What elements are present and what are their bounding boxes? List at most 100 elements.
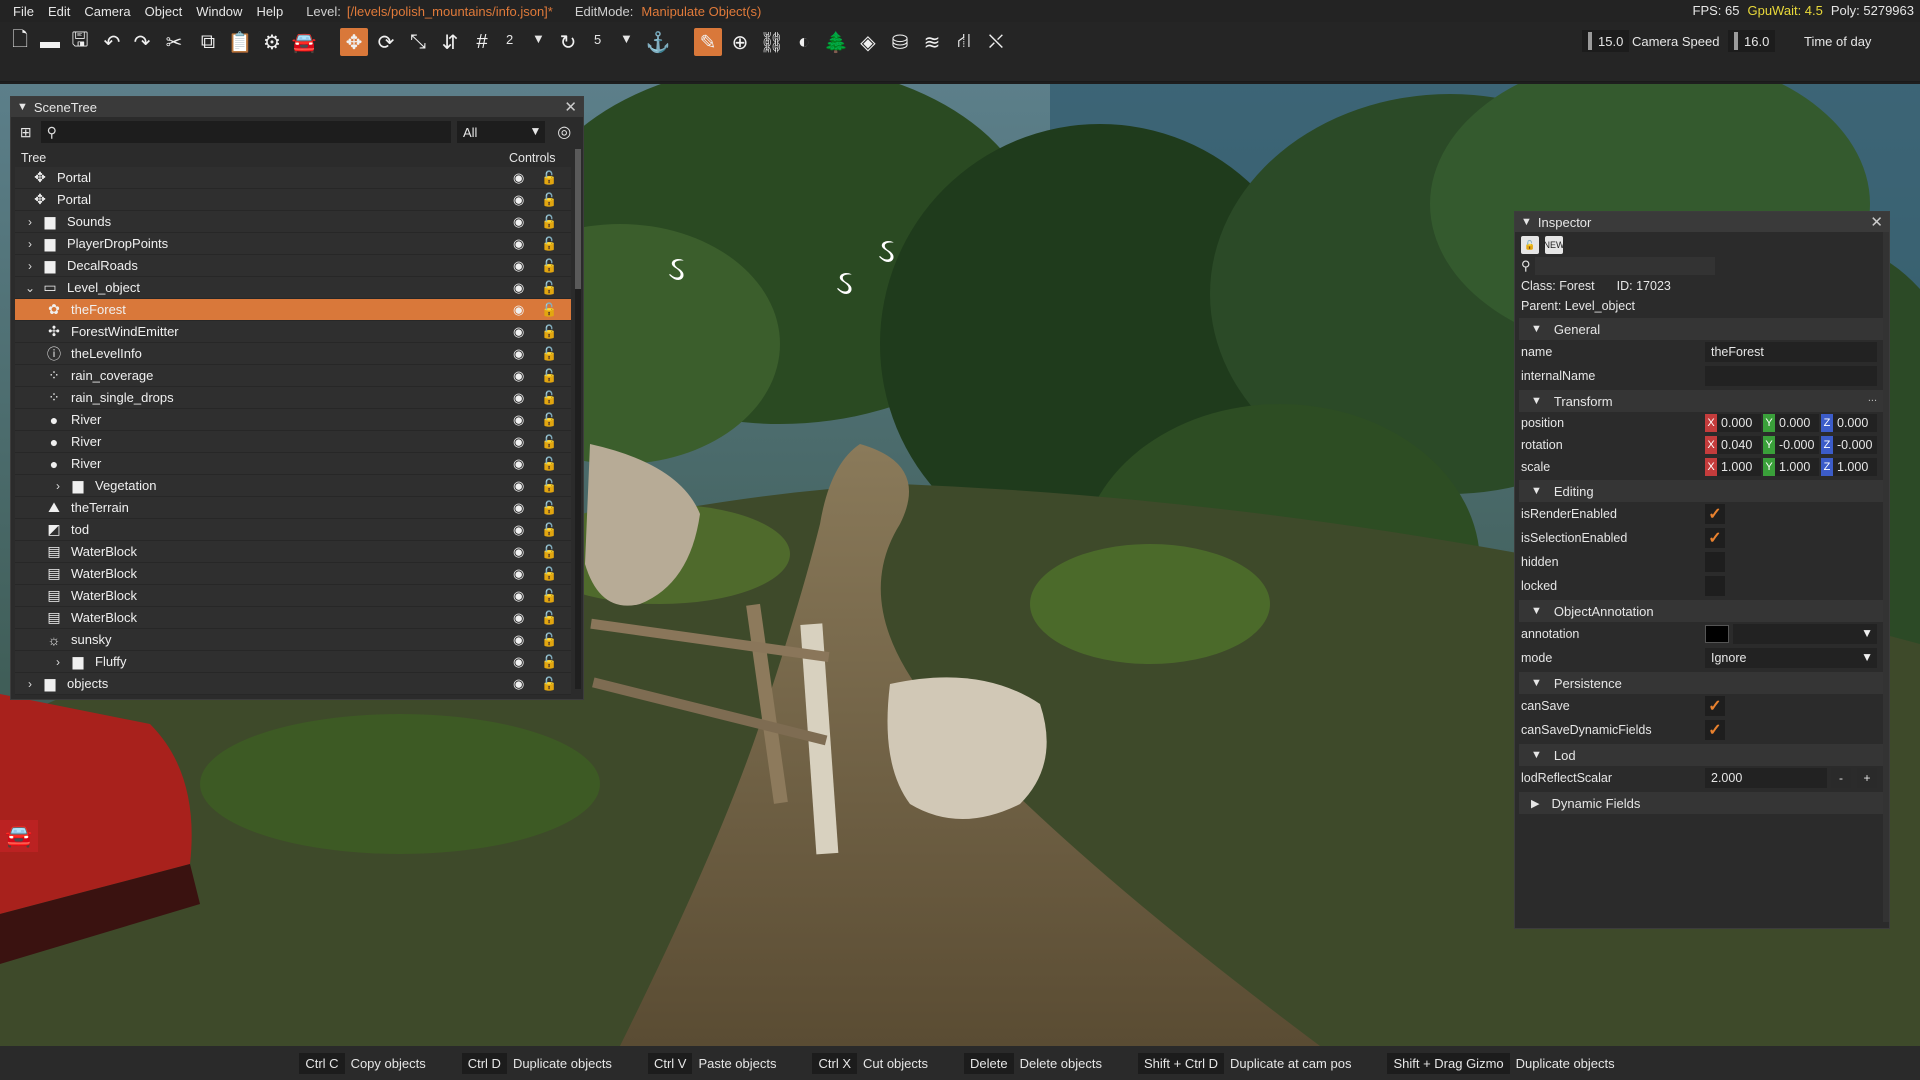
lock-icon[interactable]: 🔓 xyxy=(541,324,557,340)
scale-x[interactable]: X 1.000 xyxy=(1705,458,1761,476)
paste-icon[interactable]: 📋 xyxy=(226,28,254,56)
vehicle-marker-icon[interactable]: 🚘 xyxy=(0,820,38,852)
rotate-snap-icon[interactable]: ↻ xyxy=(554,28,582,56)
time-of-day-handle[interactable] xyxy=(1734,32,1738,50)
edit-pencil-icon[interactable]: ✎ xyxy=(694,28,722,56)
open-folder-icon[interactable]: ▬ xyxy=(36,28,64,56)
locked-checkbox[interactable] xyxy=(1705,576,1725,596)
internal-name-input[interactable] xyxy=(1705,366,1877,386)
grid-snap-dropdown-icon[interactable]: ▼ xyxy=(532,31,545,46)
lock-icon[interactable]: 🔓 xyxy=(541,192,557,208)
scenetree-row[interactable]: ● River ◉ 🔓 xyxy=(15,409,571,431)
is-render-enabled-checkbox[interactable]: ✓ xyxy=(1705,504,1725,524)
visibility-eye-icon[interactable]: ◉ xyxy=(513,654,524,670)
scenetree-row[interactable]: ☼ sunsky ◉ 🔓 xyxy=(15,629,571,651)
visibility-eye-icon[interactable]: ◉ xyxy=(513,522,524,538)
grid-snap-value[interactable]: 2 xyxy=(506,32,513,47)
time-of-day-slider[interactable]: 16.0 xyxy=(1728,30,1776,52)
scenetree-search-input[interactable]: ⚲ xyxy=(40,121,451,143)
scenetree-row[interactable]: ◩ tod ◉ 🔓 xyxy=(15,519,571,541)
lock-icon[interactable]: 🔓 xyxy=(541,214,557,230)
scenetree-row[interactable]: › ▆ DecalRoads ◉ 🔓 xyxy=(15,255,571,277)
visibility-eye-icon[interactable]: ◉ xyxy=(513,610,524,626)
inspector-scrollbar[interactable] xyxy=(1883,232,1889,922)
scenetree-row[interactable]: ▤ WaterBlock ◉ 🔓 xyxy=(15,563,571,585)
decrement-button[interactable]: - xyxy=(1831,768,1851,788)
scenetree-row[interactable]: ▤ WaterBlock ◉ 🔓 xyxy=(15,541,571,563)
rotation-y[interactable]: Y -0.000 xyxy=(1763,436,1819,454)
rotate-snap-dropdown-icon[interactable]: ▼ xyxy=(620,31,633,46)
lock-icon[interactable]: 🔓 xyxy=(541,632,557,648)
can-save-dynamic-checkbox[interactable]: ✓ xyxy=(1705,720,1725,740)
mesh-road-icon[interactable]: ⛁ xyxy=(886,28,914,56)
scale-z[interactable]: Z 1.000 xyxy=(1821,458,1877,476)
rotation-z[interactable]: Z -0.000 xyxy=(1821,436,1877,454)
rotation-x[interactable]: X 0.040 xyxy=(1705,436,1761,454)
lock-icon[interactable]: 🔓 xyxy=(541,236,557,252)
section-persistence[interactable]: ▼ Persistence xyxy=(1519,672,1883,694)
scenetree-row[interactable]: › ▆ Vegetation ◉ 🔓 xyxy=(15,475,571,497)
forest-editor-icon[interactable]: 🌲 xyxy=(822,28,850,56)
scenetree-row[interactable]: ▤ WaterBlock ◉ 🔓 xyxy=(15,607,571,629)
lock-icon[interactable]: 🔓 xyxy=(541,456,557,472)
visibility-eye-icon[interactable]: ◉ xyxy=(513,236,524,252)
nav-mesh-icon[interactable]: ⛌ xyxy=(982,28,1010,56)
position-y[interactable]: Y 0.000 xyxy=(1763,414,1819,432)
translate-gizmo-icon[interactable]: ✥ xyxy=(340,28,368,56)
lod-reflect-scalar-input[interactable]: 2.000 xyxy=(1705,768,1827,788)
section-editing[interactable]: ▼ Editing xyxy=(1519,480,1883,502)
scrollbar-thumb[interactable] xyxy=(575,149,581,289)
hidden-checkbox[interactable] xyxy=(1705,552,1725,572)
increment-button[interactable]: + xyxy=(1857,768,1877,788)
visibility-eye-icon[interactable]: ◉ xyxy=(513,346,524,362)
chevron-right-icon[interactable]: › xyxy=(23,237,37,251)
scenetree-row[interactable]: ✥ Portal ◉ 🔓 xyxy=(15,167,571,189)
lock-icon[interactable]: 🔓 xyxy=(541,170,557,186)
lock-icon[interactable]: 🔓 xyxy=(541,654,557,670)
collapse-triangle-icon[interactable]: ▼ xyxy=(1521,216,1532,228)
lock-icon[interactable]: 🔓 xyxy=(541,434,557,450)
chevron-right-icon[interactable]: › xyxy=(23,215,37,229)
scenetree-row[interactable]: ✿ theForest ◉ 🔓 xyxy=(15,299,571,321)
lock-icon[interactable]: 🔓 xyxy=(541,522,557,538)
visibility-eye-icon[interactable]: ◉ xyxy=(513,214,524,230)
scenetree-row[interactable]: ● River ◉ 🔓 xyxy=(15,453,571,475)
visibility-eye-icon[interactable]: ◉ xyxy=(513,368,524,384)
section-dynamic-fields[interactable]: ▶ Dynamic Fields xyxy=(1519,792,1883,814)
cut-icon[interactable]: ✂ xyxy=(160,28,188,56)
visibility-eye-icon[interactable]: ◉ xyxy=(513,412,524,428)
new-badge-icon[interactable]: NEW xyxy=(1544,236,1565,254)
scenetree-row[interactable]: ⌄ ▭ Level_object ◉ 🔓 xyxy=(15,277,571,299)
close-icon[interactable]: ✕ xyxy=(564,98,577,116)
lock-icon[interactable]: 🔓 xyxy=(541,390,557,406)
visibility-eye-icon[interactable]: ◉ xyxy=(513,500,524,516)
road-editor-icon[interactable]: ⛓ xyxy=(758,28,786,56)
copy-icon[interactable]: ⧉ xyxy=(194,28,222,56)
section-object-annotation[interactable]: ▼ ObjectAnnotation xyxy=(1519,600,1883,622)
visibility-eye-icon[interactable]: ◉ xyxy=(513,280,524,296)
scenetree-row[interactable]: ✥ Portal ◉ 🔓 xyxy=(15,189,571,211)
lock-icon[interactable]: 🔓 xyxy=(541,566,557,582)
menu-edit[interactable]: Edit xyxy=(41,4,77,19)
lock-icon[interactable]: 🔓 xyxy=(541,500,557,516)
chevron-right-icon[interactable]: › xyxy=(51,479,65,493)
is-selection-enabled-checkbox[interactable]: ✓ xyxy=(1705,528,1725,548)
inspector-search-input[interactable] xyxy=(1534,257,1715,275)
scale-gizmo-icon[interactable]: ⤡ xyxy=(404,28,432,56)
scenetree-row[interactable]: › ▆ Sounds ◉ 🔓 xyxy=(15,211,571,233)
lock-icon[interactable]: 🔓 xyxy=(541,676,557,692)
visibility-eye-icon[interactable]: ◉ xyxy=(513,434,524,450)
visibility-eye-icon[interactable]: ◉ xyxy=(513,170,524,186)
scenetree-header[interactable]: ▼ SceneTree ✕ xyxy=(11,97,583,117)
more-options-icon[interactable]: ... xyxy=(1868,392,1877,404)
scenetree-row[interactable]: ⛰ theTerrain ◉ 🔓 xyxy=(15,497,571,519)
position-x[interactable]: X 0.000 xyxy=(1705,414,1761,432)
scenetree-row[interactable]: › ▆ Fluffy ◉ 🔓 xyxy=(15,651,571,673)
visibility-eye-icon[interactable]: ◉ xyxy=(513,456,524,472)
visibility-eye-icon[interactable]: ◉ xyxy=(513,302,524,318)
lock-icon[interactable]: 🔓 xyxy=(1521,236,1539,254)
scale-y[interactable]: Y 1.000 xyxy=(1763,458,1819,476)
scrollbar-thumb[interactable] xyxy=(1883,232,1889,922)
scenetree-row[interactable]: › ▆ PlayerDropPoints ◉ 🔓 xyxy=(15,233,571,255)
target-icon[interactable]: ◎ xyxy=(553,121,575,143)
